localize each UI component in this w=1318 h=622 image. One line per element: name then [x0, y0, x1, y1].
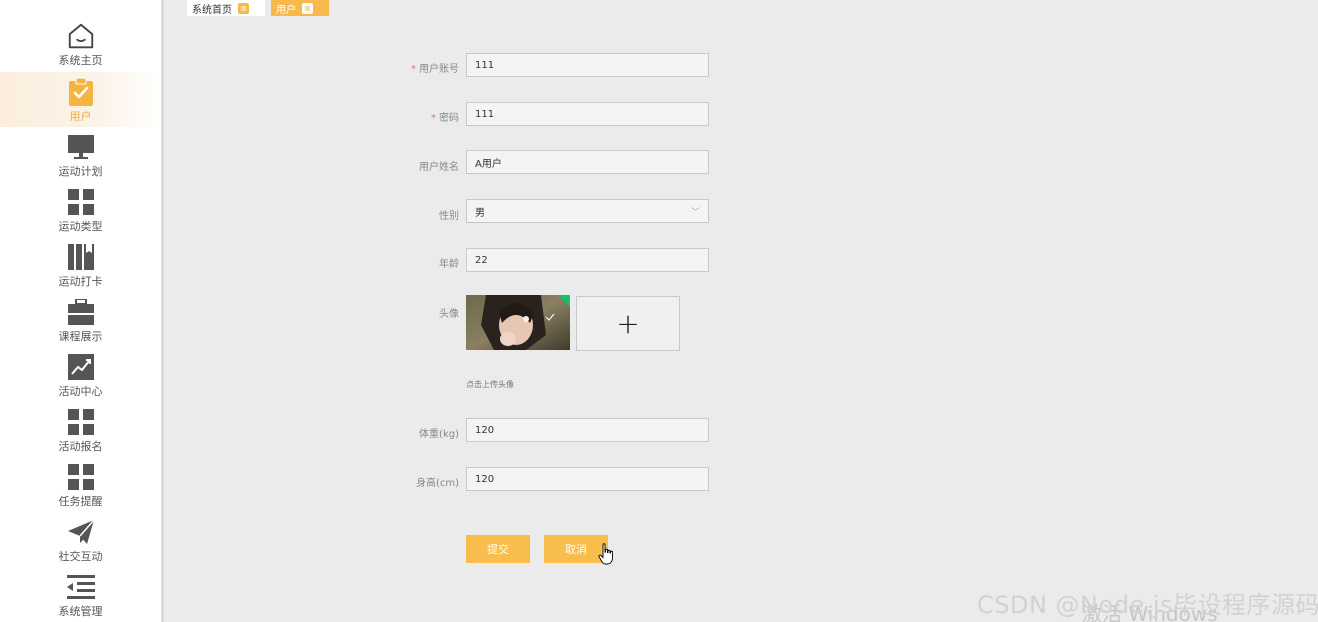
avatar-label: 头像: [439, 309, 459, 320]
sidebar-item-home[interactable]: 系统主页: [0, 16, 161, 71]
required-mark: *: [411, 64, 416, 75]
menu-indent-icon: [66, 572, 96, 602]
tab-label: 系统首页: [192, 4, 232, 16]
sidebar-item-sport-plan[interactable]: 运动计划: [0, 127, 161, 182]
sidebar-item-label: 运动类型: [58, 220, 103, 233]
account-label: * 用户账号: [411, 60, 459, 75]
age-value: 22: [475, 254, 488, 266]
upload-hint: 点击上传头像: [466, 380, 514, 389]
hand-cursor-icon: [598, 543, 613, 565]
password-label: * 密码: [431, 109, 459, 124]
gender-select[interactable]: 男 ﹀: [466, 199, 709, 223]
height-label: 身高(cm): [415, 478, 459, 489]
csdn-watermark: CSDN @Node.js毕设程序源码: [977, 591, 1318, 619]
close-icon[interactable]: ⊗: [302, 2, 313, 14]
avatar-thumbnail[interactable]: [466, 295, 570, 350]
sidebar: 系统主页 用户 运动计划 运动类型 运动打卡 课程展示 活动中心 活动报名 任务…: [0, 0, 164, 622]
age-label: 年龄: [439, 259, 459, 270]
monitor-icon: [66, 132, 96, 162]
paper-plane-icon: [66, 517, 96, 547]
sidebar-item-label: 系统主页: [58, 54, 103, 67]
grid-icon: [66, 462, 96, 492]
name-value: A用户: [475, 158, 502, 170]
briefcase-icon: [66, 297, 96, 327]
home-icon: [66, 21, 96, 51]
sidebar-item-label: 运动打卡: [58, 275, 103, 288]
sidebar-item-social[interactable]: 社交互动: [0, 512, 161, 567]
grid-icon: [66, 407, 96, 437]
sidebar-item-system[interactable]: 系统管理: [0, 567, 161, 622]
password-label-text: 密码: [439, 113, 459, 124]
sidebar-item-label: 社交互动: [58, 550, 103, 563]
tab-label: 用户: [276, 4, 296, 16]
sidebar-item-label: 任务提醒: [58, 495, 103, 508]
clipboard-check-icon: [66, 77, 96, 107]
sidebar-item-user[interactable]: 用户: [0, 72, 161, 127]
sidebar-item-reminder[interactable]: 任务提醒: [0, 457, 161, 512]
chevron-down-icon: ﹀: [690, 207, 700, 218]
book-icon: [66, 242, 96, 272]
close-icon[interactable]: ⊗: [238, 2, 249, 14]
sidebar-item-course[interactable]: 课程展示: [0, 292, 161, 347]
sidebar-item-label: 活动中心: [58, 385, 103, 398]
weight-input[interactable]: 120: [466, 418, 709, 442]
account-value: 111: [475, 59, 495, 71]
upload-avatar-button[interactable]: +: [576, 296, 680, 351]
height-value: 120: [475, 473, 495, 485]
sidebar-item-label: 运动计划: [58, 165, 103, 178]
password-value: 111: [475, 108, 495, 120]
grid-icon: [66, 187, 96, 217]
sidebar-item-activity[interactable]: 活动中心: [0, 347, 161, 402]
sidebar-item-label: 课程展示: [58, 330, 103, 343]
height-input[interactable]: 120: [466, 467, 709, 491]
age-input[interactable]: 22: [466, 248, 709, 272]
gender-value: 男: [475, 207, 485, 219]
sidebar-item-checkin[interactable]: 运动打卡: [0, 237, 161, 292]
required-mark: *: [431, 113, 436, 124]
chart-icon: [66, 352, 96, 382]
sidebar-item-label: 系统管理: [58, 605, 103, 618]
sidebar-item-label: 活动报名: [58, 440, 103, 453]
weight-label: 体重(kg): [419, 429, 459, 440]
plus-icon: +: [616, 307, 640, 340]
account-label-text: 用户账号: [419, 64, 459, 75]
password-input[interactable]: 111: [466, 102, 709, 126]
tab-user[interactable]: 用户 ⊗: [271, 0, 329, 16]
sidebar-item-sport-type[interactable]: 运动类型: [0, 182, 161, 237]
sidebar-item-label: 用户: [69, 110, 92, 123]
name-input[interactable]: A用户: [466, 150, 709, 174]
name-label: 用户姓名: [419, 162, 459, 173]
submit-button[interactable]: 提交: [466, 535, 530, 563]
sidebar-item-signup[interactable]: 活动报名: [0, 402, 161, 457]
weight-value: 120: [475, 424, 495, 436]
tab-home[interactable]: 系统首页 ⊗: [187, 0, 265, 16]
account-input[interactable]: 111: [466, 53, 709, 77]
gender-label: 性别: [439, 211, 459, 222]
